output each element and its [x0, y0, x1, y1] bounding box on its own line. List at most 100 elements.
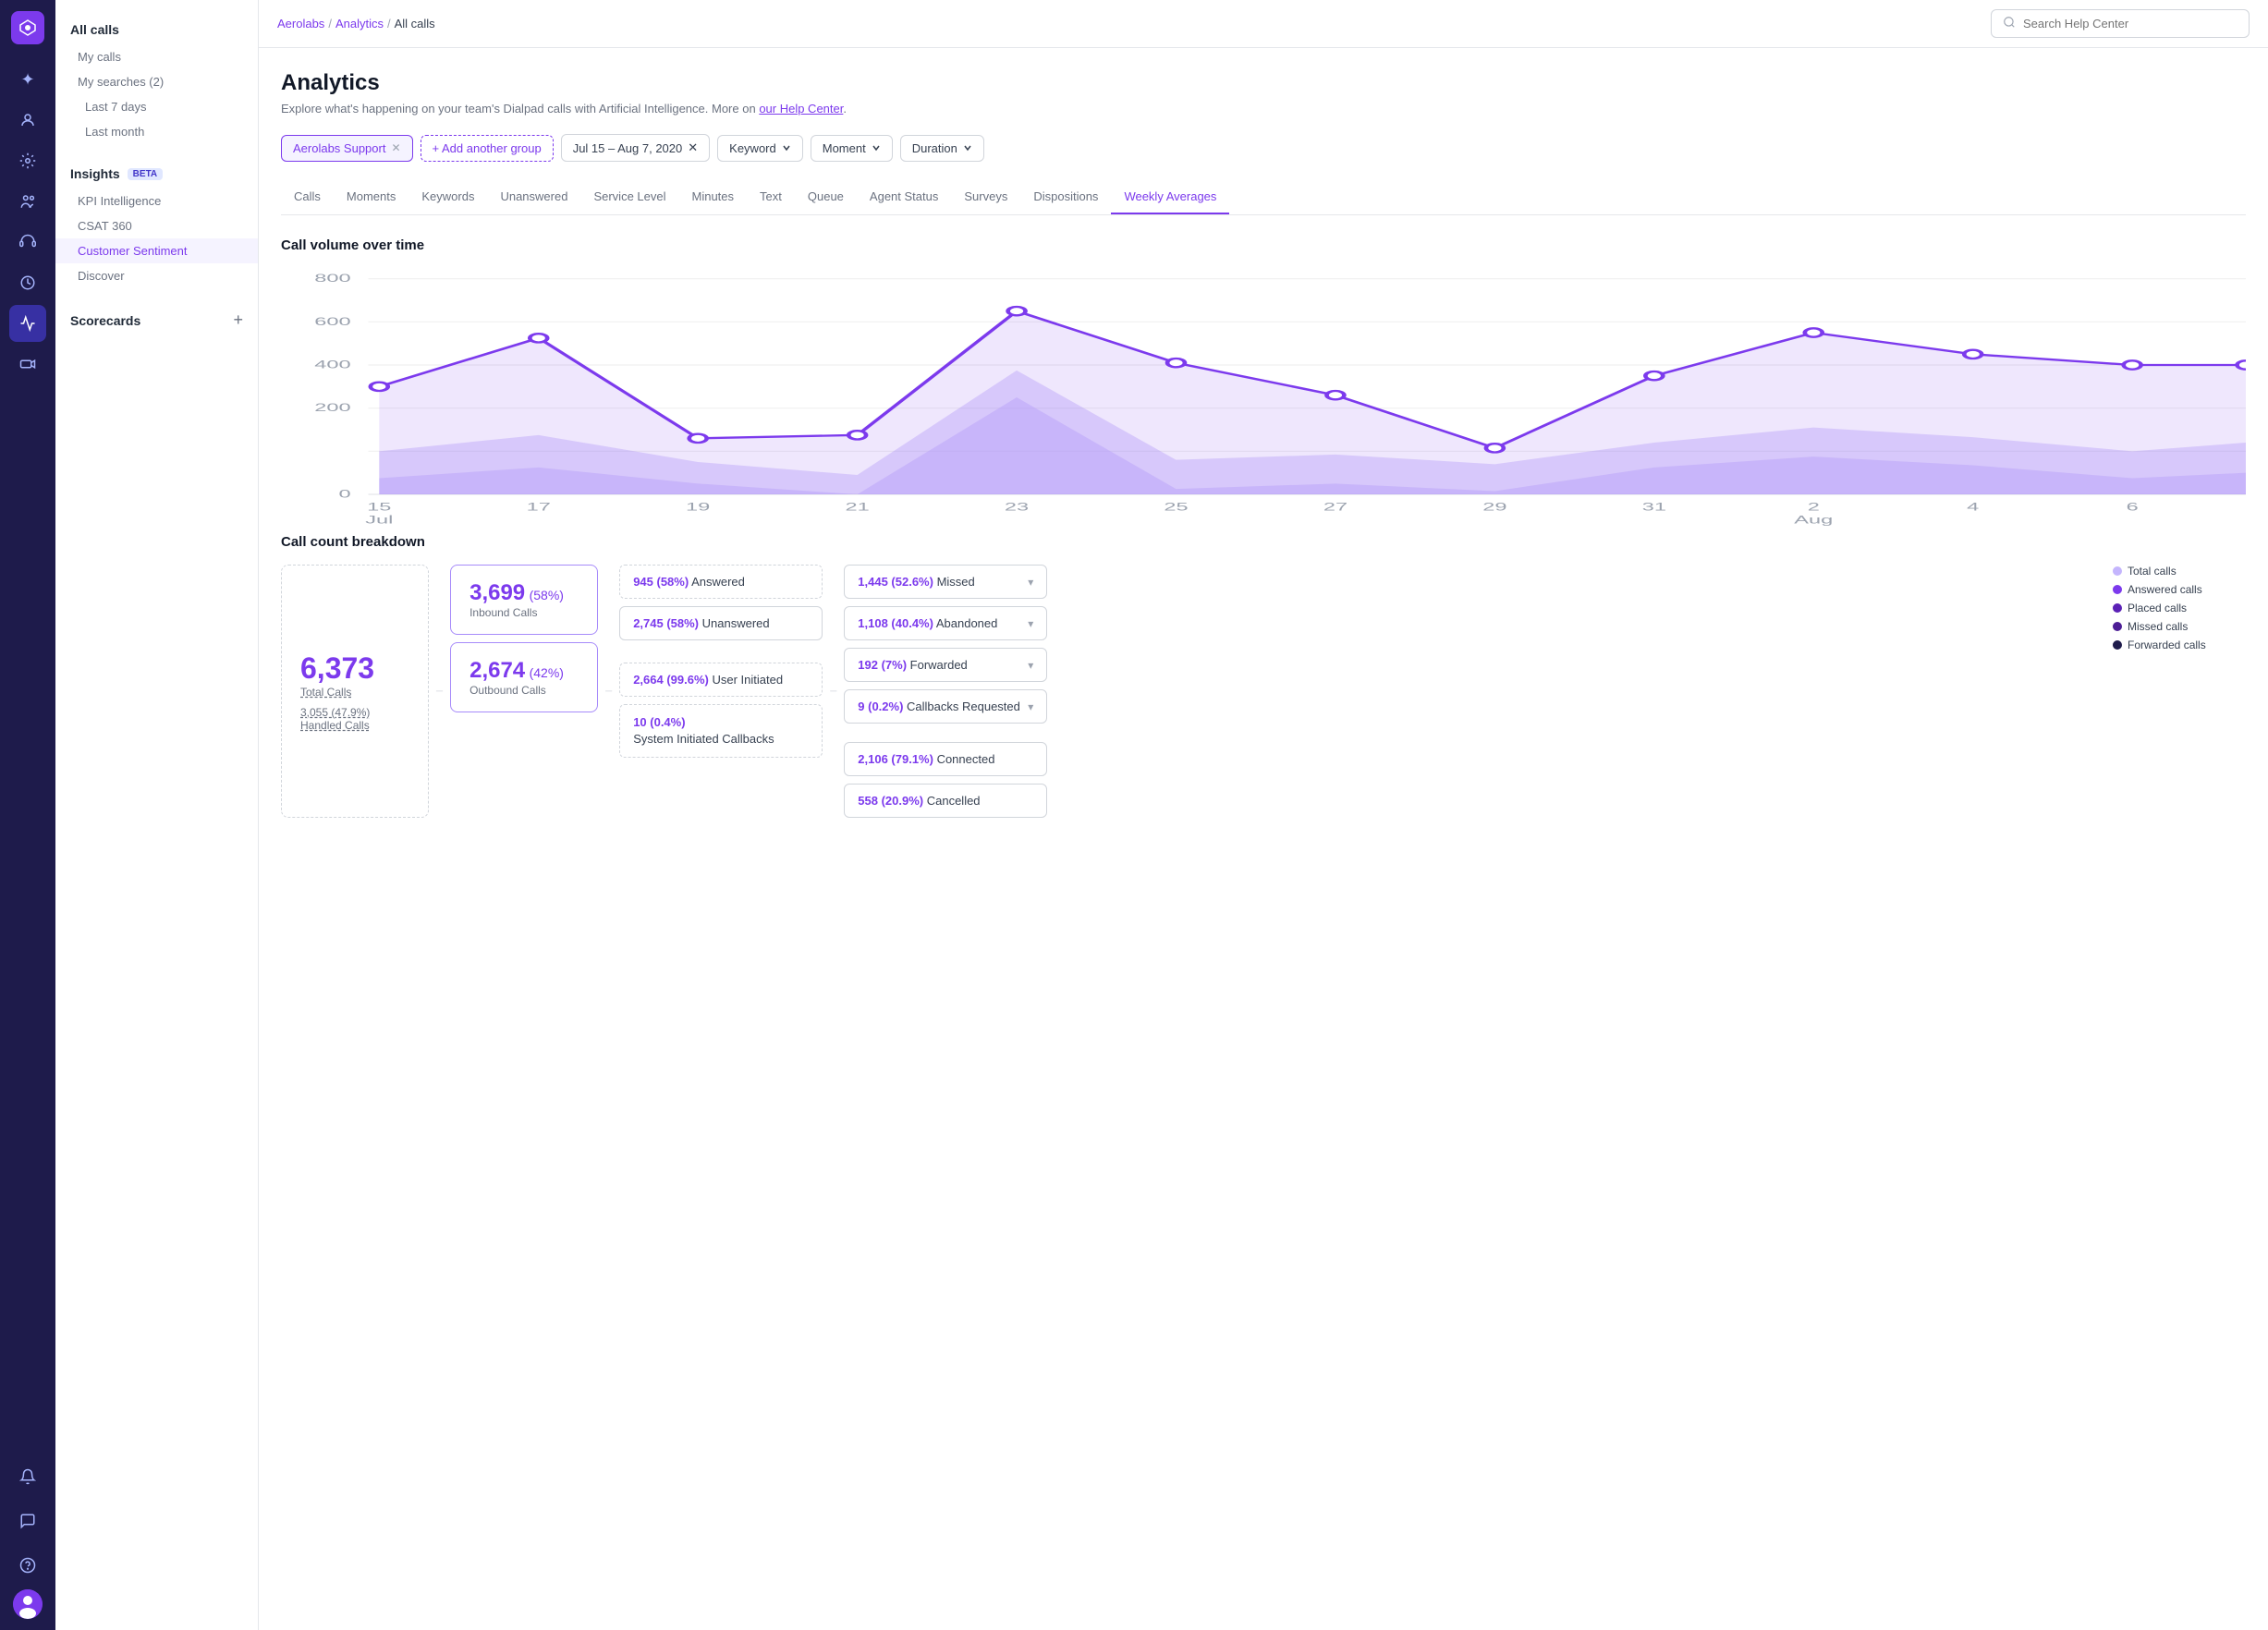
svg-text:Aug: Aug	[1794, 514, 1833, 526]
nav-last-7-days[interactable]: Last 7 days	[55, 94, 258, 119]
total-calls-number: 6,373	[300, 651, 409, 686]
search-icon	[2003, 16, 2016, 31]
svg-text:2: 2	[1808, 501, 1820, 513]
inbound-calls-box: 3,699 (58%) Inbound Calls	[450, 565, 598, 635]
sidebar-chat-icon[interactable]	[9, 1502, 46, 1539]
nav-kpi-intelligence[interactable]: KPI Intelligence	[55, 189, 258, 213]
legend-forwarded-dot	[2113, 640, 2122, 650]
breadcrumb-root[interactable]: Aerolabs	[277, 17, 324, 30]
sidebar-logo[interactable]	[11, 11, 44, 44]
add-group-button[interactable]: + Add another group	[421, 135, 554, 162]
main-area: Aerolabs / Analytics / All calls Analyti…	[259, 0, 2268, 1630]
svg-text:23: 23	[1005, 501, 1029, 513]
sidebar-video-icon[interactable]	[9, 346, 46, 383]
sidebar-avatar[interactable]	[13, 1589, 43, 1619]
nav-all-calls[interactable]: All calls	[55, 15, 258, 44]
legend-missed-calls: Missed calls	[2113, 620, 2246, 633]
group-filter-chip[interactable]: Aerolabs Support ✕	[281, 135, 413, 162]
duration-dropdown[interactable]: Duration	[900, 135, 984, 162]
tab-surveys[interactable]: Surveys	[951, 180, 1020, 214]
sidebar-sparkle-icon[interactable]: ✦	[9, 61, 46, 98]
page-header: Analytics Explore what's happening on yo…	[281, 70, 2246, 116]
sidebar-headset-icon[interactable]	[9, 224, 46, 261]
duration-chevron-icon	[963, 143, 972, 152]
svg-text:19: 19	[686, 501, 710, 513]
legend-answered-calls: Answered calls	[2113, 583, 2246, 596]
tab-keywords[interactable]: Keywords	[408, 180, 487, 214]
user-initiated-stat: 2,664 (99.6%) User Initiated	[619, 663, 823, 697]
nav-customer-sentiment[interactable]: Customer Sentiment	[55, 238, 258, 263]
search-bar[interactable]	[1991, 9, 2250, 38]
scorecards-header[interactable]: Scorecards +	[55, 303, 258, 337]
left-nav: All calls My calls My searches (2) Last …	[55, 0, 259, 1630]
date-range-chip[interactable]: Jul 15 – Aug 7, 2020 ✕	[561, 134, 710, 162]
date-chip-close[interactable]: ✕	[688, 140, 698, 155]
breadcrumb-sep-2: /	[387, 17, 391, 30]
tab-agent-status[interactable]: Agent Status	[857, 180, 951, 214]
sidebar-history-icon[interactable]	[9, 264, 46, 301]
insights-header: Insights BETA	[55, 159, 258, 189]
nav-my-calls[interactable]: My calls	[55, 44, 258, 69]
missed-stat[interactable]: 1,445 (52.6%) Missed ▾	[844, 565, 1047, 599]
svg-text:31: 31	[1642, 501, 1666, 513]
forwarded-stat[interactable]: 192 (7%) Forwarded ▾	[844, 648, 1047, 682]
keyword-chevron-icon	[782, 143, 791, 152]
breadcrumb-sep-1: /	[328, 17, 332, 30]
breadcrumb-analytics[interactable]: Analytics	[335, 17, 384, 30]
moment-dropdown[interactable]: Moment	[811, 135, 893, 162]
svg-text:6: 6	[2127, 501, 2139, 513]
page-title: Analytics	[281, 70, 2246, 96]
tab-text[interactable]: Text	[747, 180, 795, 214]
sidebar-contacts-icon[interactable]	[9, 102, 46, 139]
tab-minutes[interactable]: Minutes	[679, 180, 748, 214]
sidebar-settings-icon[interactable]	[9, 142, 46, 179]
sidebar-team-icon[interactable]	[9, 183, 46, 220]
svg-text:200: 200	[314, 402, 350, 414]
keyword-label: Keyword	[729, 141, 776, 155]
legend-answered-dot	[2113, 585, 2122, 594]
legend-missed-dot	[2113, 622, 2122, 631]
total-calls-label: Total Calls	[300, 686, 409, 699]
legend-forwarded-calls: Forwarded calls	[2113, 639, 2246, 651]
filter-bar: Aerolabs Support ✕ + Add another group J…	[281, 134, 2246, 162]
analytics-tabs: Calls Moments Keywords Unanswered Servic…	[281, 180, 2246, 215]
content-area: Analytics Explore what's happening on yo…	[259, 48, 2268, 1630]
call-volume-section: Call volume over time 800 600 400 200 0	[281, 237, 2246, 527]
group-chip-label: Aerolabs Support	[293, 141, 385, 155]
insights-label: Insights	[70, 166, 120, 181]
nav-discover[interactable]: Discover	[55, 263, 258, 288]
moment-label: Moment	[823, 141, 866, 155]
nav-my-searches[interactable]: My searches (2)	[55, 69, 258, 94]
chart-legend: Total calls Answered calls Placed calls …	[2098, 565, 2246, 651]
nav-last-month[interactable]: Last month	[55, 119, 258, 144]
tab-moments[interactable]: Moments	[334, 180, 408, 214]
svg-text:17: 17	[527, 501, 551, 513]
sidebar: ✦	[0, 0, 55, 1630]
help-center-link[interactable]: our Help Center	[759, 102, 843, 116]
tab-queue[interactable]: Queue	[795, 180, 857, 214]
legend-placed-dot	[2113, 603, 2122, 613]
svg-text:0: 0	[338, 488, 350, 500]
tab-weekly-averages[interactable]: Weekly Averages	[1111, 180, 1229, 214]
abandoned-stat[interactable]: 1,108 (40.4%) Abandoned ▾	[844, 606, 1047, 640]
nav-csat-360[interactable]: CSAT 360	[55, 213, 258, 238]
sidebar-help-icon[interactable]	[9, 1547, 46, 1584]
keyword-dropdown[interactable]: Keyword	[717, 135, 803, 162]
search-input[interactable]	[2023, 17, 2238, 30]
page-description: Explore what's happening on your team's …	[281, 102, 2246, 116]
date-range-label: Jul 15 – Aug 7, 2020	[573, 141, 683, 155]
tab-calls[interactable]: Calls	[281, 180, 334, 214]
callbacks-requested-stat[interactable]: 9 (0.2%) Callbacks Requested ▾	[844, 689, 1047, 724]
group-chip-close[interactable]: ✕	[391, 141, 400, 154]
tab-unanswered[interactable]: Unanswered	[487, 180, 580, 214]
unanswered-stat[interactable]: 2,745 (58%) Unanswered	[619, 606, 823, 640]
sidebar-bell-icon[interactable]	[9, 1458, 46, 1495]
sidebar-analytics-icon[interactable]	[9, 305, 46, 342]
tab-dispositions[interactable]: Dispositions	[1020, 180, 1111, 214]
scorecards-add-icon[interactable]: +	[233, 310, 243, 330]
svg-text:15: 15	[367, 501, 391, 513]
call-volume-chart: 800 600 400 200 0	[281, 268, 2246, 527]
tab-service-level[interactable]: Service Level	[580, 180, 678, 214]
moment-chevron-icon	[872, 143, 881, 152]
legend-placed-calls: Placed calls	[2113, 602, 2246, 614]
